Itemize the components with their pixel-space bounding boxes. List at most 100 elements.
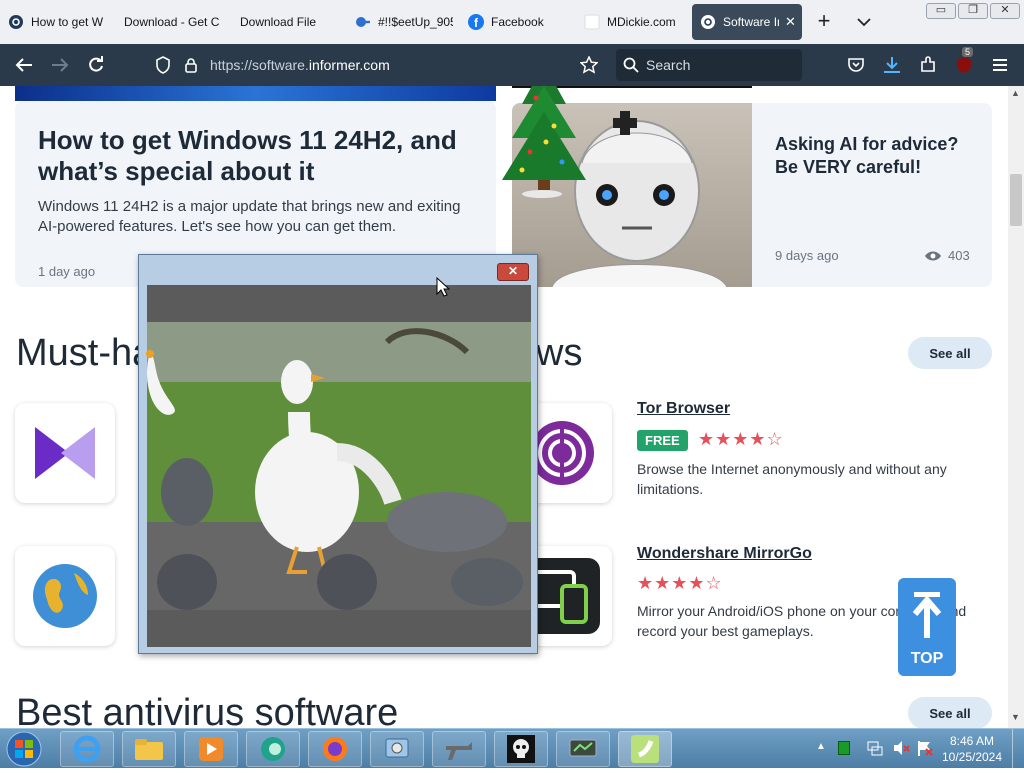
back-to-top-button[interactable]: TOP: [898, 578, 956, 676]
tab-label: MDickie.com: [607, 15, 676, 29]
back-arrow-icon[interactable]: [12, 53, 36, 77]
shield-icon[interactable]: [146, 56, 180, 74]
edge-browser-icon[interactable]: [246, 731, 300, 767]
download-icon[interactable]: [880, 53, 904, 77]
url-text: https://software.informer.com: [210, 57, 390, 73]
address-bar[interactable]: https://software.informer.com: [146, 49, 608, 81]
rating-stars: ★★★★☆: [698, 429, 784, 449]
tab-how-to-get[interactable]: How to get W: [8, 4, 108, 40]
clock-date: 10/25/2024: [941, 750, 1003, 764]
blank-page-icon: [584, 14, 600, 30]
arrow-up-icon: [912, 592, 942, 638]
link-icon: [355, 14, 371, 30]
desktop-goose-app-icon[interactable]: [618, 731, 672, 767]
gun-app-icon[interactable]: [432, 731, 486, 767]
window-close-button[interactable]: ✕: [990, 3, 1020, 19]
section-title: Must-ha: [16, 332, 154, 374]
tab-seetup[interactable]: #!!$eetUp_905: [355, 4, 453, 40]
informer-icon: [700, 14, 716, 30]
tray-expand-icon[interactable]: ▲: [816, 741, 826, 752]
duck-video-image: [147, 322, 531, 610]
control-panel-icon[interactable]: [370, 731, 424, 767]
hero-image-strip: [15, 86, 496, 101]
app-description: Browse the Internet anonymously and with…: [637, 461, 947, 497]
free-badge: FREE: [637, 430, 688, 451]
article-views: 403: [924, 248, 970, 263]
app-title[interactable]: Wondershare MirrorGo: [637, 545, 812, 563]
see-all-button[interactable]: See all: [908, 697, 992, 728]
tray-app-icon[interactable]: [838, 741, 850, 755]
media-player-icon[interactable]: [184, 731, 238, 767]
reload-icon[interactable]: [84, 53, 108, 77]
search-icon: [616, 57, 646, 73]
top-label: TOP: [910, 650, 944, 667]
see-all-button[interactable]: See all: [908, 337, 992, 369]
lock-icon[interactable]: [180, 57, 202, 73]
taskbar: ▲ 8:46 AM 10/25/2024: [0, 728, 1024, 769]
volume-muted-icon[interactable]: [892, 739, 910, 762]
menu-hamburger-icon[interactable]: [988, 53, 1012, 77]
scroll-down-arrow-icon[interactable]: ▼: [1011, 712, 1020, 722]
page-scrollbar[interactable]: ▲ ▼: [1008, 86, 1024, 728]
mouse-cursor-icon: [436, 276, 451, 302]
section-title-tail: ws: [536, 332, 583, 374]
window-restore-button[interactable]: ❐: [958, 3, 988, 19]
eye-icon: [924, 250, 942, 262]
tab-download-file[interactable]: Download File: [240, 4, 340, 40]
tab-label: Download File: [240, 15, 317, 29]
extension-badge: 5: [962, 47, 974, 57]
christmas-tree-image: [496, 86, 588, 198]
window-minimize-button[interactable]: ▭: [926, 3, 956, 19]
flag-action-center-icon[interactable]: [916, 739, 934, 762]
tab-label: How to get W: [31, 15, 104, 29]
ublock-icon[interactable]: 5: [952, 47, 976, 77]
article-date: 9 days ago: [775, 248, 839, 263]
tab-label: Software In: [723, 15, 779, 29]
network-status-icon[interactable]: [866, 739, 884, 762]
tab-label: Facebook: [491, 15, 544, 29]
app-icon-globe[interactable]: [15, 546, 115, 646]
clock-time: 8:46 AM: [949, 734, 995, 748]
informer-icon: [8, 14, 24, 30]
firefox-icon[interactable]: [308, 731, 362, 767]
article-title[interactable]: How to get Windows 11 24H2, and what’s s…: [38, 125, 478, 187]
show-desktop-button[interactable]: [1012, 729, 1024, 769]
bookmark-star-icon[interactable]: [578, 56, 600, 74]
start-button[interactable]: [4, 730, 44, 768]
tab-label: #!!$eetUp_905: [378, 15, 453, 29]
search-input[interactable]: Search: [616, 49, 802, 81]
tab-software-informer[interactable]: Software In ✕: [692, 4, 802, 40]
tab-facebook[interactable]: f Facebook: [468, 4, 568, 40]
taskbar-clock[interactable]: 8:46 AM 10/25/2024: [940, 733, 1004, 765]
tab-close-icon[interactable]: ✕: [785, 14, 796, 30]
app-icon-kdenlive[interactable]: [15, 403, 115, 503]
extensions-puzzle-icon[interactable]: [916, 53, 940, 77]
rating-stars: ★★★★☆: [637, 573, 723, 593]
tab-download-get[interactable]: Download - Get C: [124, 4, 220, 40]
article-description: Windows 11 24H2 is a major update that b…: [38, 198, 461, 235]
app-title[interactable]: Tor Browser: [637, 400, 730, 418]
new-tab-button[interactable]: +: [812, 10, 836, 34]
popup-close-button[interactable]: ✕: [497, 263, 529, 281]
tab-strip: How to get W Download - Get C Download F…: [0, 0, 1024, 44]
tab-label: Download - Get C: [124, 15, 220, 29]
nav-toolbar: https://software.informer.com Search 5: [0, 44, 1024, 86]
popup-window[interactable]: ✕: [138, 254, 538, 654]
network-app-icon[interactable]: [556, 731, 610, 767]
file-explorer-icon[interactable]: [122, 731, 176, 767]
scroll-up-arrow-icon[interactable]: ▲: [1011, 88, 1020, 98]
section-title: Best antivirus software: [16, 692, 399, 728]
pocket-icon[interactable]: [844, 53, 868, 77]
desktop-goose-icon: [140, 344, 188, 421]
chevron-down-icon[interactable]: [854, 12, 874, 32]
facebook-icon: f: [468, 14, 484, 30]
scrollbar-thumb[interactable]: [1010, 174, 1022, 226]
internet-explorer-icon[interactable]: [60, 731, 114, 767]
article-title[interactable]: Asking AI for advice? Be VERY careful!: [775, 133, 975, 179]
search-placeholder: Search: [646, 57, 691, 73]
skull-app-icon[interactable]: [494, 731, 548, 767]
tab-mdickie[interactable]: MDickie.com: [584, 4, 684, 40]
article-date: 1 day ago: [38, 264, 96, 279]
forward-arrow-icon[interactable]: [48, 53, 72, 77]
video-frame: [147, 285, 531, 647]
